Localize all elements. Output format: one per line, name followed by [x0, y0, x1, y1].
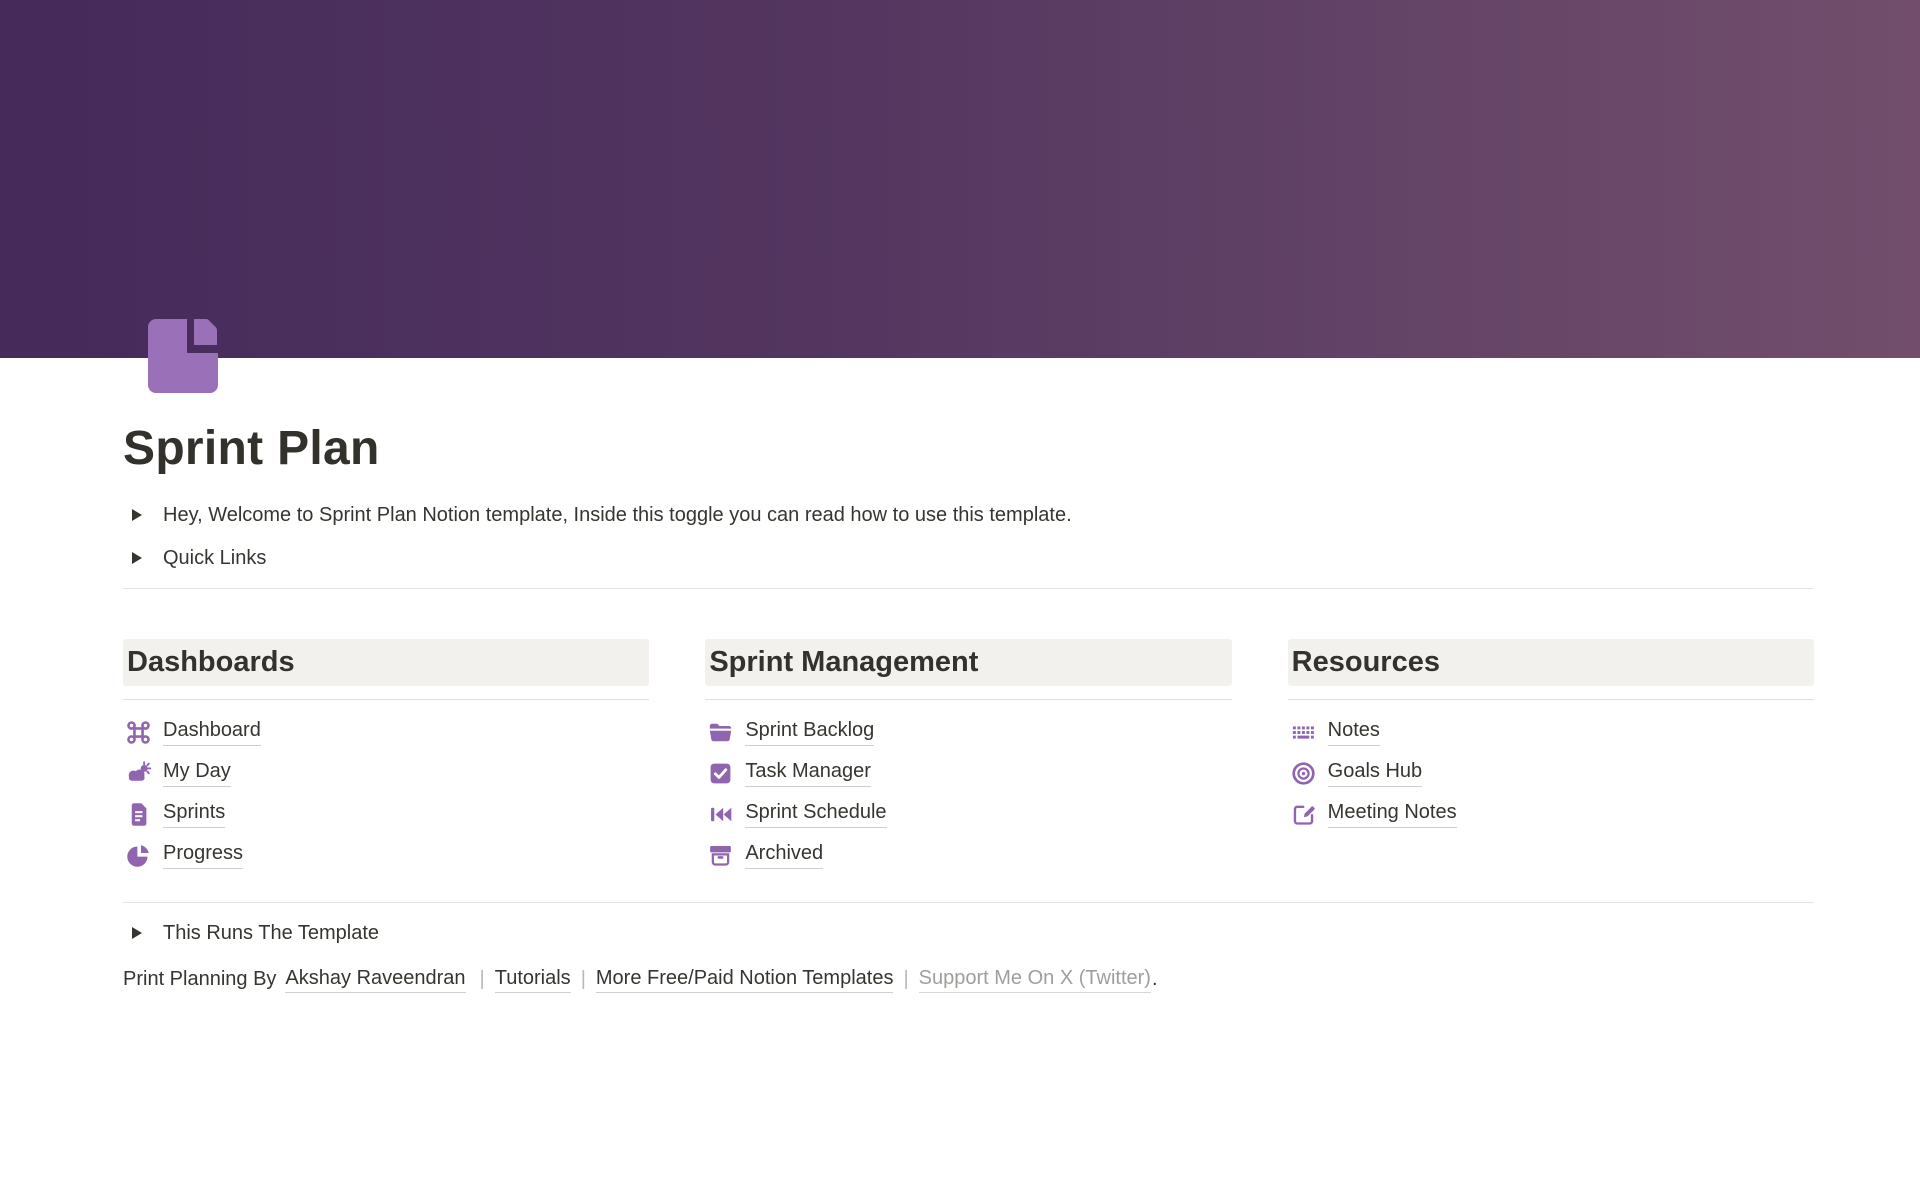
footer-link-author[interactable]: Akshay Raveendran	[285, 967, 465, 993]
page-link-label: Progress	[163, 841, 243, 869]
toggle-triangle-icon[interactable]	[132, 552, 142, 564]
page-link-label: Meeting Notes	[1328, 800, 1457, 828]
page-title: Sprint Plan	[123, 358, 1814, 478]
toggle-triangle-icon[interactable]	[132, 509, 142, 521]
footer-link-twitter[interactable]: Support Me On X (Twitter)	[919, 967, 1151, 993]
column-list: Dashboard	[123, 712, 649, 876]
folder-icon	[707, 719, 734, 746]
command-icon	[125, 719, 152, 746]
page-link-sprint-backlog[interactable]: Sprint Backlog	[705, 712, 1231, 753]
page-link-label: Task Manager	[745, 759, 871, 787]
page-link-goals-hub[interactable]: Goals Hub	[1288, 753, 1814, 794]
toggle-quick-links[interactable]: Quick Links	[123, 537, 1814, 580]
cover-image	[0, 0, 1920, 358]
page-link-label: Goals Hub	[1328, 759, 1423, 787]
checkbox-icon	[707, 760, 734, 787]
divider	[705, 699, 1231, 700]
archive-box-icon	[707, 842, 734, 869]
pie-chart-icon	[125, 842, 152, 869]
column-list: Sprint Backlog Task Manager	[705, 712, 1231, 876]
toggle-runs-template-label: This Runs The Template	[163, 920, 379, 946]
toggle-runs-template[interactable]: This Runs The Template	[123, 912, 1814, 955]
link-columns: Dashboards Dashboard	[123, 639, 1814, 876]
divider	[123, 588, 1814, 589]
page-icon[interactable]	[143, 316, 221, 394]
toggle-triangle-icon[interactable]	[132, 927, 142, 939]
compose-icon	[1290, 801, 1317, 828]
divider	[1288, 699, 1814, 700]
column-header-dashboards: Dashboards	[123, 639, 649, 686]
footer-separator: |	[480, 968, 485, 991]
footer-link-templates[interactable]: More Free/Paid Notion Templates	[596, 967, 894, 993]
column-header-resources: Resources	[1288, 639, 1814, 686]
page-link-progress[interactable]: Progress	[123, 835, 649, 876]
page-link-label: Dashboard	[163, 718, 261, 746]
page-link-label: Sprints	[163, 800, 225, 828]
footer-link-tutorials[interactable]: Tutorials	[495, 967, 571, 993]
page-link-sprint-schedule[interactable]: Sprint Schedule	[705, 794, 1231, 835]
sun-cloud-icon	[125, 760, 152, 787]
document-icon	[125, 801, 152, 828]
page-link-meeting-notes[interactable]: Meeting Notes	[1288, 794, 1814, 835]
document-page-icon	[143, 316, 221, 394]
skip-back-icon	[707, 801, 734, 828]
page-link-label: My Day	[163, 759, 231, 787]
divider	[123, 902, 1814, 903]
column-sprint-management: Sprint Management Sprint Backlog	[705, 639, 1231, 876]
page-link-task-manager[interactable]: Task Manager	[705, 753, 1231, 794]
keyboard-icon	[1290, 719, 1317, 746]
page-link-sprints[interactable]: Sprints	[123, 794, 649, 835]
footer-separator: |	[581, 968, 586, 991]
toggle-welcome[interactable]: Hey, Welcome to Sprint Plan Notion templ…	[123, 494, 1814, 537]
page-link-my-day[interactable]: My Day	[123, 753, 649, 794]
column-header-sprint-management: Sprint Management	[705, 639, 1231, 686]
toggle-quick-links-label: Quick Links	[163, 545, 266, 571]
footer-suffix: .	[1152, 968, 1158, 991]
toggle-welcome-label: Hey, Welcome to Sprint Plan Notion templ…	[163, 502, 1072, 528]
page-link-notes[interactable]: Notes	[1288, 712, 1814, 753]
column-resources: Resources Notes	[1288, 639, 1814, 876]
footer-prefix: Print Planning By	[123, 968, 276, 991]
footer-separator: |	[903, 968, 908, 991]
footer-credits: Print Planning By Akshay Raveendran | Tu…	[123, 959, 1814, 1001]
page-link-archived[interactable]: Archived	[705, 835, 1231, 876]
page-link-label: Archived	[745, 841, 823, 869]
page-link-label: Sprint Schedule	[745, 800, 886, 828]
page-link-dashboard[interactable]: Dashboard	[123, 712, 649, 753]
page-link-label: Sprint Backlog	[745, 718, 874, 746]
page-content: Sprint Plan Hey, Welcome to Sprint Plan …	[123, 358, 1814, 1001]
column-list: Notes Goals Hub	[1288, 712, 1814, 835]
target-icon	[1290, 760, 1317, 787]
page-link-label: Notes	[1328, 718, 1380, 746]
column-dashboards: Dashboards Dashboard	[123, 639, 649, 876]
divider	[123, 699, 649, 700]
